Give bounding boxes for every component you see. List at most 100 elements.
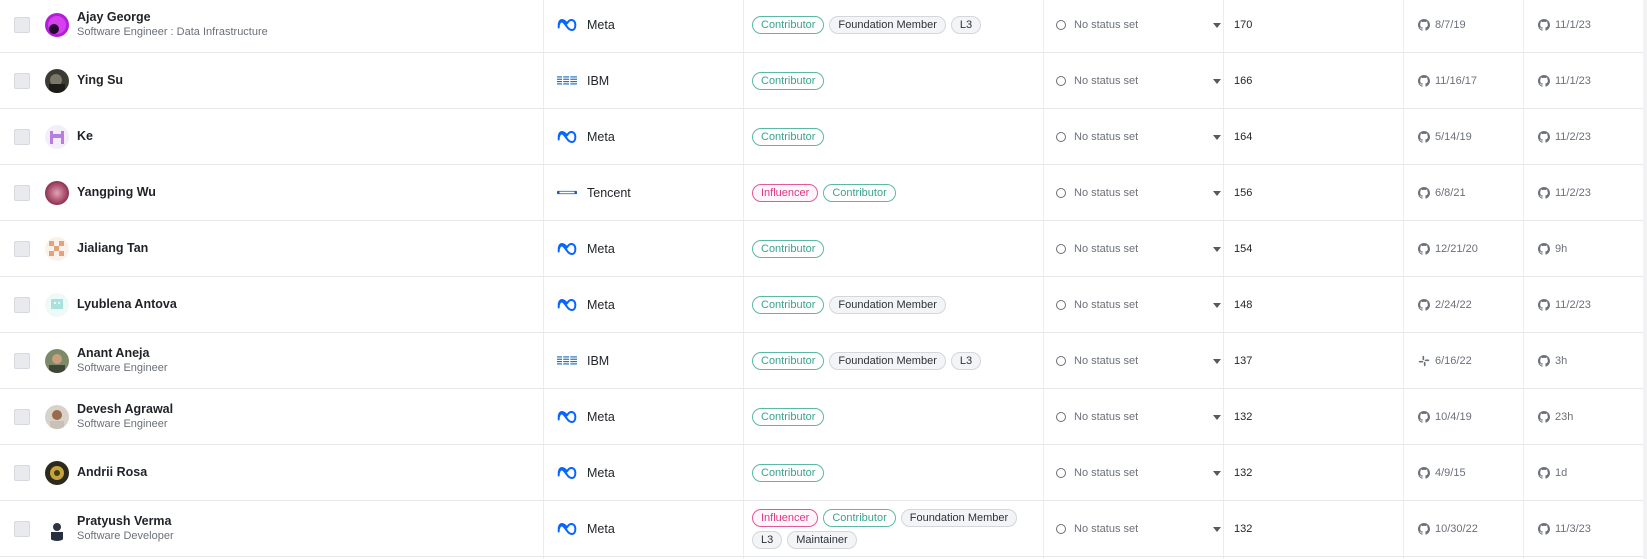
status-dropdown[interactable]: No status set [1056,277,1221,332]
caret-down-icon[interactable] [1213,135,1221,140]
member-identity[interactable]: Ke [77,109,93,164]
organization-cell[interactable]: Meta [557,445,615,500]
caret-down-icon[interactable] [1213,303,1221,308]
organization-cell[interactable]: Meta [557,0,615,52]
member-identity[interactable]: Ajay George Software Engineer : Data Inf… [77,0,268,52]
row-checkbox[interactable] [14,297,30,313]
avatar[interactable] [45,293,69,317]
last-activity-date: 23h [1555,410,1574,423]
status-dropdown[interactable]: No status set [1056,389,1221,444]
member-identity[interactable]: Lyublena Antova [77,277,177,332]
table-row[interactable]: Jialiang Tan Meta Contributor No status … [0,221,1643,277]
organization-cell[interactable]: Meta [557,501,615,556]
last-activity: 11/2/23 [1538,109,1591,164]
row-checkbox[interactable] [14,17,30,33]
status-dropdown[interactable]: No status set [1056,0,1221,52]
member-name[interactable]: Ke [77,129,93,144]
table-row[interactable]: Andrii Rosa Meta Contributor No status s… [0,445,1643,501]
status-dropdown[interactable]: No status set [1056,333,1221,388]
status-text: No status set [1074,298,1139,311]
table-row[interactable]: Ying Su IBM Contributor No status set 16… [0,53,1643,109]
row-checkbox[interactable] [14,521,30,537]
first-activity: 11/16/17 [1418,53,1477,108]
organization-cell[interactable]: Meta [557,277,615,332]
github-icon [1538,186,1550,199]
organization-cell[interactable]: Meta [557,221,615,276]
caret-down-icon[interactable] [1213,247,1221,252]
status-dropdown[interactable]: No status set [1056,109,1221,164]
github-icon [1418,74,1430,87]
status-circle-icon [1056,523,1066,534]
member-identity[interactable]: Anant Aneja Software Engineer [77,333,168,388]
member-identity[interactable]: Andrii Rosa [77,445,147,500]
github-icon [1538,18,1550,31]
table-row[interactable]: Anant Aneja Software Engineer IBM Contri… [0,333,1643,389]
row-checkbox[interactable] [14,409,30,425]
last-activity: 11/3/23 [1538,501,1591,556]
row-checkbox[interactable] [14,185,30,201]
table-row[interactable]: Ke Meta Contributor No status set 164 5/… [0,109,1643,165]
avatar[interactable] [45,517,69,541]
github-icon [1418,466,1430,479]
status-dropdown[interactable]: No status set [1056,53,1221,108]
member-name[interactable]: Yangping Wu [77,185,156,200]
avatar[interactable] [45,461,69,485]
caret-down-icon[interactable] [1213,23,1221,28]
status-dropdown[interactable]: No status set [1056,445,1221,500]
avatar[interactable] [45,237,69,261]
tags-cell: Contributor Foundation Member L3 [752,0,1040,52]
member-name[interactable]: Ying Su [77,73,123,88]
first-activity-date: 2/24/22 [1435,298,1472,311]
avatar[interactable] [45,13,69,37]
table-row[interactable]: Ajay George Software Engineer : Data Inf… [0,0,1643,53]
organization-cell[interactable]: Tencent [557,165,631,220]
caret-down-icon[interactable] [1213,79,1221,84]
avatar[interactable] [45,349,69,373]
meta-logo-icon [557,410,577,423]
first-activity-date: 11/16/17 [1435,74,1478,87]
caret-down-icon[interactable] [1213,471,1221,476]
member-name[interactable]: Devesh Agrawal [77,402,173,417]
table-row[interactable]: Yangping Wu Tencent Influencer Contributo… [0,165,1643,221]
avatar[interactable] [45,69,69,93]
avatar[interactable] [45,181,69,205]
member-identity[interactable]: Devesh Agrawal Software Engineer [77,389,173,444]
member-identity[interactable]: Jialiang Tan [77,221,148,276]
member-name[interactable]: Lyublena Antova [77,297,177,312]
caret-down-icon[interactable] [1213,191,1221,196]
avatar[interactable] [45,405,69,429]
table-row[interactable]: Lyublena Antova Meta Contributor Foundati… [0,277,1643,333]
table-row[interactable]: Devesh Agrawal Software Engineer Meta Co… [0,389,1643,445]
status-dropdown[interactable]: No status set [1056,501,1221,556]
row-checkbox[interactable] [14,73,30,89]
member-identity[interactable]: Ying Su [77,53,123,108]
caret-down-icon[interactable] [1213,415,1221,420]
first-activity: 8/7/19 [1418,0,1466,52]
organization-cell[interactable]: Meta [557,389,615,444]
member-name[interactable]: Pratyush Verma [77,514,174,529]
row-checkbox[interactable] [14,353,30,369]
last-activity-date: 11/1/23 [1555,18,1591,31]
status-dropdown[interactable]: No status set [1056,165,1221,220]
caret-down-icon[interactable] [1213,527,1221,532]
table-row[interactable]: Pratyush Verma Software Developer Meta I… [0,501,1643,557]
caret-down-icon[interactable] [1213,359,1221,364]
github-icon [1418,298,1430,311]
member-identity[interactable]: Pratyush Verma Software Developer [77,501,174,556]
organization-cell[interactable]: Meta [557,109,615,164]
member-name[interactable]: Ajay George [77,10,268,25]
status-circle-icon [1056,131,1066,142]
member-identity[interactable]: Yangping Wu [77,165,156,220]
github-icon [1418,186,1430,199]
row-checkbox[interactable] [14,129,30,145]
organization-cell[interactable]: IBM [557,53,609,108]
status-dropdown[interactable]: No status set [1056,221,1221,276]
member-name[interactable]: Jialiang Tan [77,241,148,256]
vertical-scrollbar[interactable] [1643,0,1647,559]
member-name[interactable]: Andrii Rosa [77,465,147,480]
avatar[interactable] [45,125,69,149]
member-name[interactable]: Anant Aneja [77,346,168,361]
row-checkbox[interactable] [14,465,30,481]
row-checkbox[interactable] [14,241,30,257]
organization-cell[interactable]: IBM [557,333,609,388]
